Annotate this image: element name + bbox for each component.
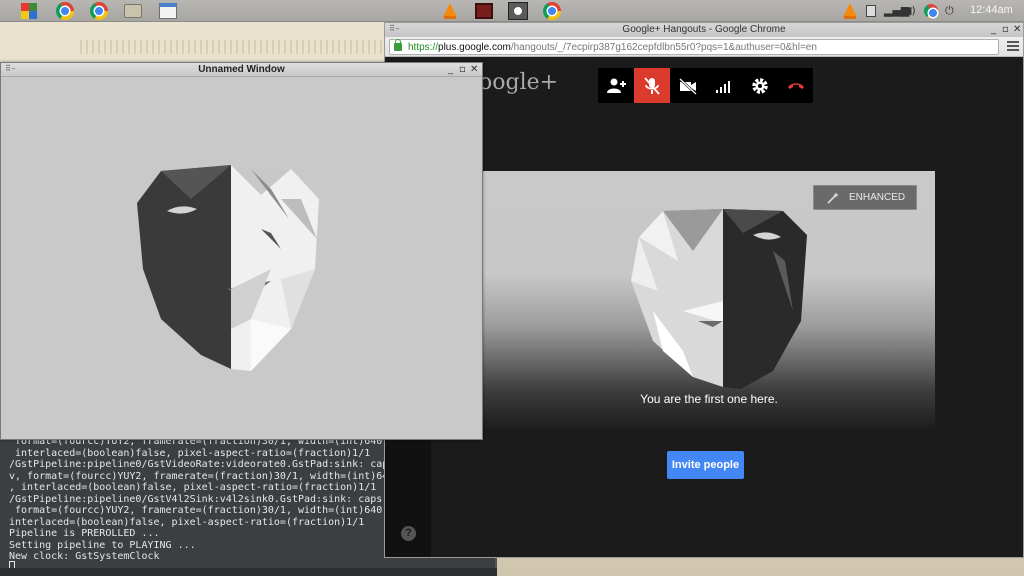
lock-icon	[394, 39, 402, 51]
terminal-line: Pipeline is PREROLLED ...	[9, 528, 160, 539]
minimize-icon[interactable]: _	[991, 24, 996, 36]
menu-launcher-icon[interactable]	[21, 3, 37, 19]
camera-toggle-button[interactable]	[670, 68, 706, 103]
chrome-launcher-icon[interactable]	[56, 2, 74, 20]
bandwidth-button[interactable]	[706, 68, 742, 103]
invite-people-button[interactable]: Invite people	[667, 451, 744, 479]
add-person-icon	[607, 78, 626, 93]
google-plus-logo[interactable]: oogle+	[479, 70, 558, 95]
unnamed-window-title: Unnamed Window	[198, 64, 285, 75]
chrome-tray-icon[interactable]	[924, 4, 938, 18]
enhanced-label: ENHANCED	[849, 192, 906, 203]
camera-off-icon	[679, 78, 697, 95]
terminal-line: interlaced=(boolean)false, pixel-aspect-…	[9, 516, 365, 528]
call-toolbar	[598, 68, 813, 103]
close-icon[interactable]: ✕	[1013, 24, 1021, 36]
terminal-line: New clock: GstSystemClock	[9, 551, 160, 562]
maximize-icon[interactable]: ▫	[1002, 24, 1009, 36]
vlc-tray-icon[interactable]	[843, 3, 857, 19]
terminal-line: Setting pipeline to PLAYING ...	[9, 539, 196, 551]
vlc-icon[interactable]	[443, 3, 457, 19]
url-scheme: https://	[408, 42, 439, 53]
terminal-scrollbar[interactable]	[0, 568, 497, 576]
unnamed-window-titlebar[interactable]: ⠿ – Unnamed Window _ ▫ ✕	[1, 63, 482, 77]
unnamed-window: ⠿ – Unnamed Window _ ▫ ✕	[0, 62, 483, 440]
url-path: /hangouts/_/7ecpirp387g162cepfdlbn55r0?p…	[510, 42, 817, 53]
invite-toolbar-button[interactable]	[598, 68, 634, 103]
chrome-launcher-icon[interactable]	[90, 2, 108, 20]
settings-icon	[752, 78, 768, 94]
video-app-icon[interactable]	[475, 3, 493, 19]
video-canvas	[3, 79, 480, 437]
hang-up-icon	[788, 83, 804, 89]
volume-icon[interactable]: ◀)	[903, 4, 916, 17]
chrome-toolbar: https://plus.google.com/hangouts/_/7ecpi…	[385, 37, 1023, 57]
hang-up-button[interactable]	[778, 68, 814, 103]
terminal-line: , interlaced=(boolean)false, pixel-aspec…	[9, 482, 377, 493]
folder-icon[interactable]	[124, 4, 142, 18]
terminal-line: /GstPipeline:pipeline0/GstVideoRate:vide…	[9, 459, 389, 470]
terminal-line: /GstPipeline:pipeline0/GstV4l2Sink:v4l2s…	[9, 493, 383, 505]
battery-icon[interactable]	[866, 5, 876, 17]
mute-mic-button[interactable]	[634, 68, 670, 103]
minimize-icon[interactable]: _	[448, 64, 453, 76]
mask-face-image	[137, 165, 319, 371]
chrome-task-icon[interactable]	[543, 2, 561, 20]
magic-wand-icon	[827, 192, 839, 204]
chrome-menu-icon[interactable]	[1007, 41, 1019, 53]
top-panel: ▂▄▆ ◀) ⏻ 12:44am	[0, 0, 1024, 22]
chrome-window-title: Google+ Hangouts - Google Chrome	[622, 24, 786, 35]
help-icon[interactable]: ?	[401, 526, 416, 541]
terminal-line: format=(fourcc)YUY2, framerate=(fraction…	[9, 505, 389, 516]
enhanced-button[interactable]: ENHANCED	[813, 185, 917, 210]
power-icon[interactable]: ⏻	[945, 4, 954, 18]
status-message: You are the first one here.	[640, 392, 778, 406]
maximize-icon[interactable]: ▫	[459, 64, 466, 76]
address-bar[interactable]: https://plus.google.com/hangouts/_/7ecpi…	[389, 39, 999, 55]
signal-icon	[716, 81, 730, 93]
settings-button[interactable]	[742, 68, 778, 103]
terminal-output: format=(fourcc)YUY2, framerate=(fraction…	[9, 436, 389, 576]
url-text[interactable]: https://plus.google.com/hangouts/_/7ecpi…	[408, 41, 817, 54]
terminal-line: v, format=(fourcc)YUY2, framerate=(fract…	[9, 470, 389, 482]
camera-app-icon[interactable]	[508, 2, 528, 20]
window-icon[interactable]	[159, 3, 177, 19]
terminal-line: interlaced=(boolean)false, pixel-aspect-…	[9, 447, 371, 459]
desktop-decoration	[80, 40, 400, 54]
url-host: plus.google.com	[438, 42, 511, 53]
chrome-titlebar[interactable]: ⠿ – Google+ Hangouts - Google Chrome _ ▫…	[385, 23, 1023, 37]
clock[interactable]: 12:44am	[970, 4, 1013, 16]
video-preview: ENHANCED You are the first one here.	[483, 171, 935, 429]
mask-face-image	[631, 209, 807, 389]
mic-muted-icon	[644, 77, 660, 95]
close-icon[interactable]: ✕	[470, 64, 478, 76]
